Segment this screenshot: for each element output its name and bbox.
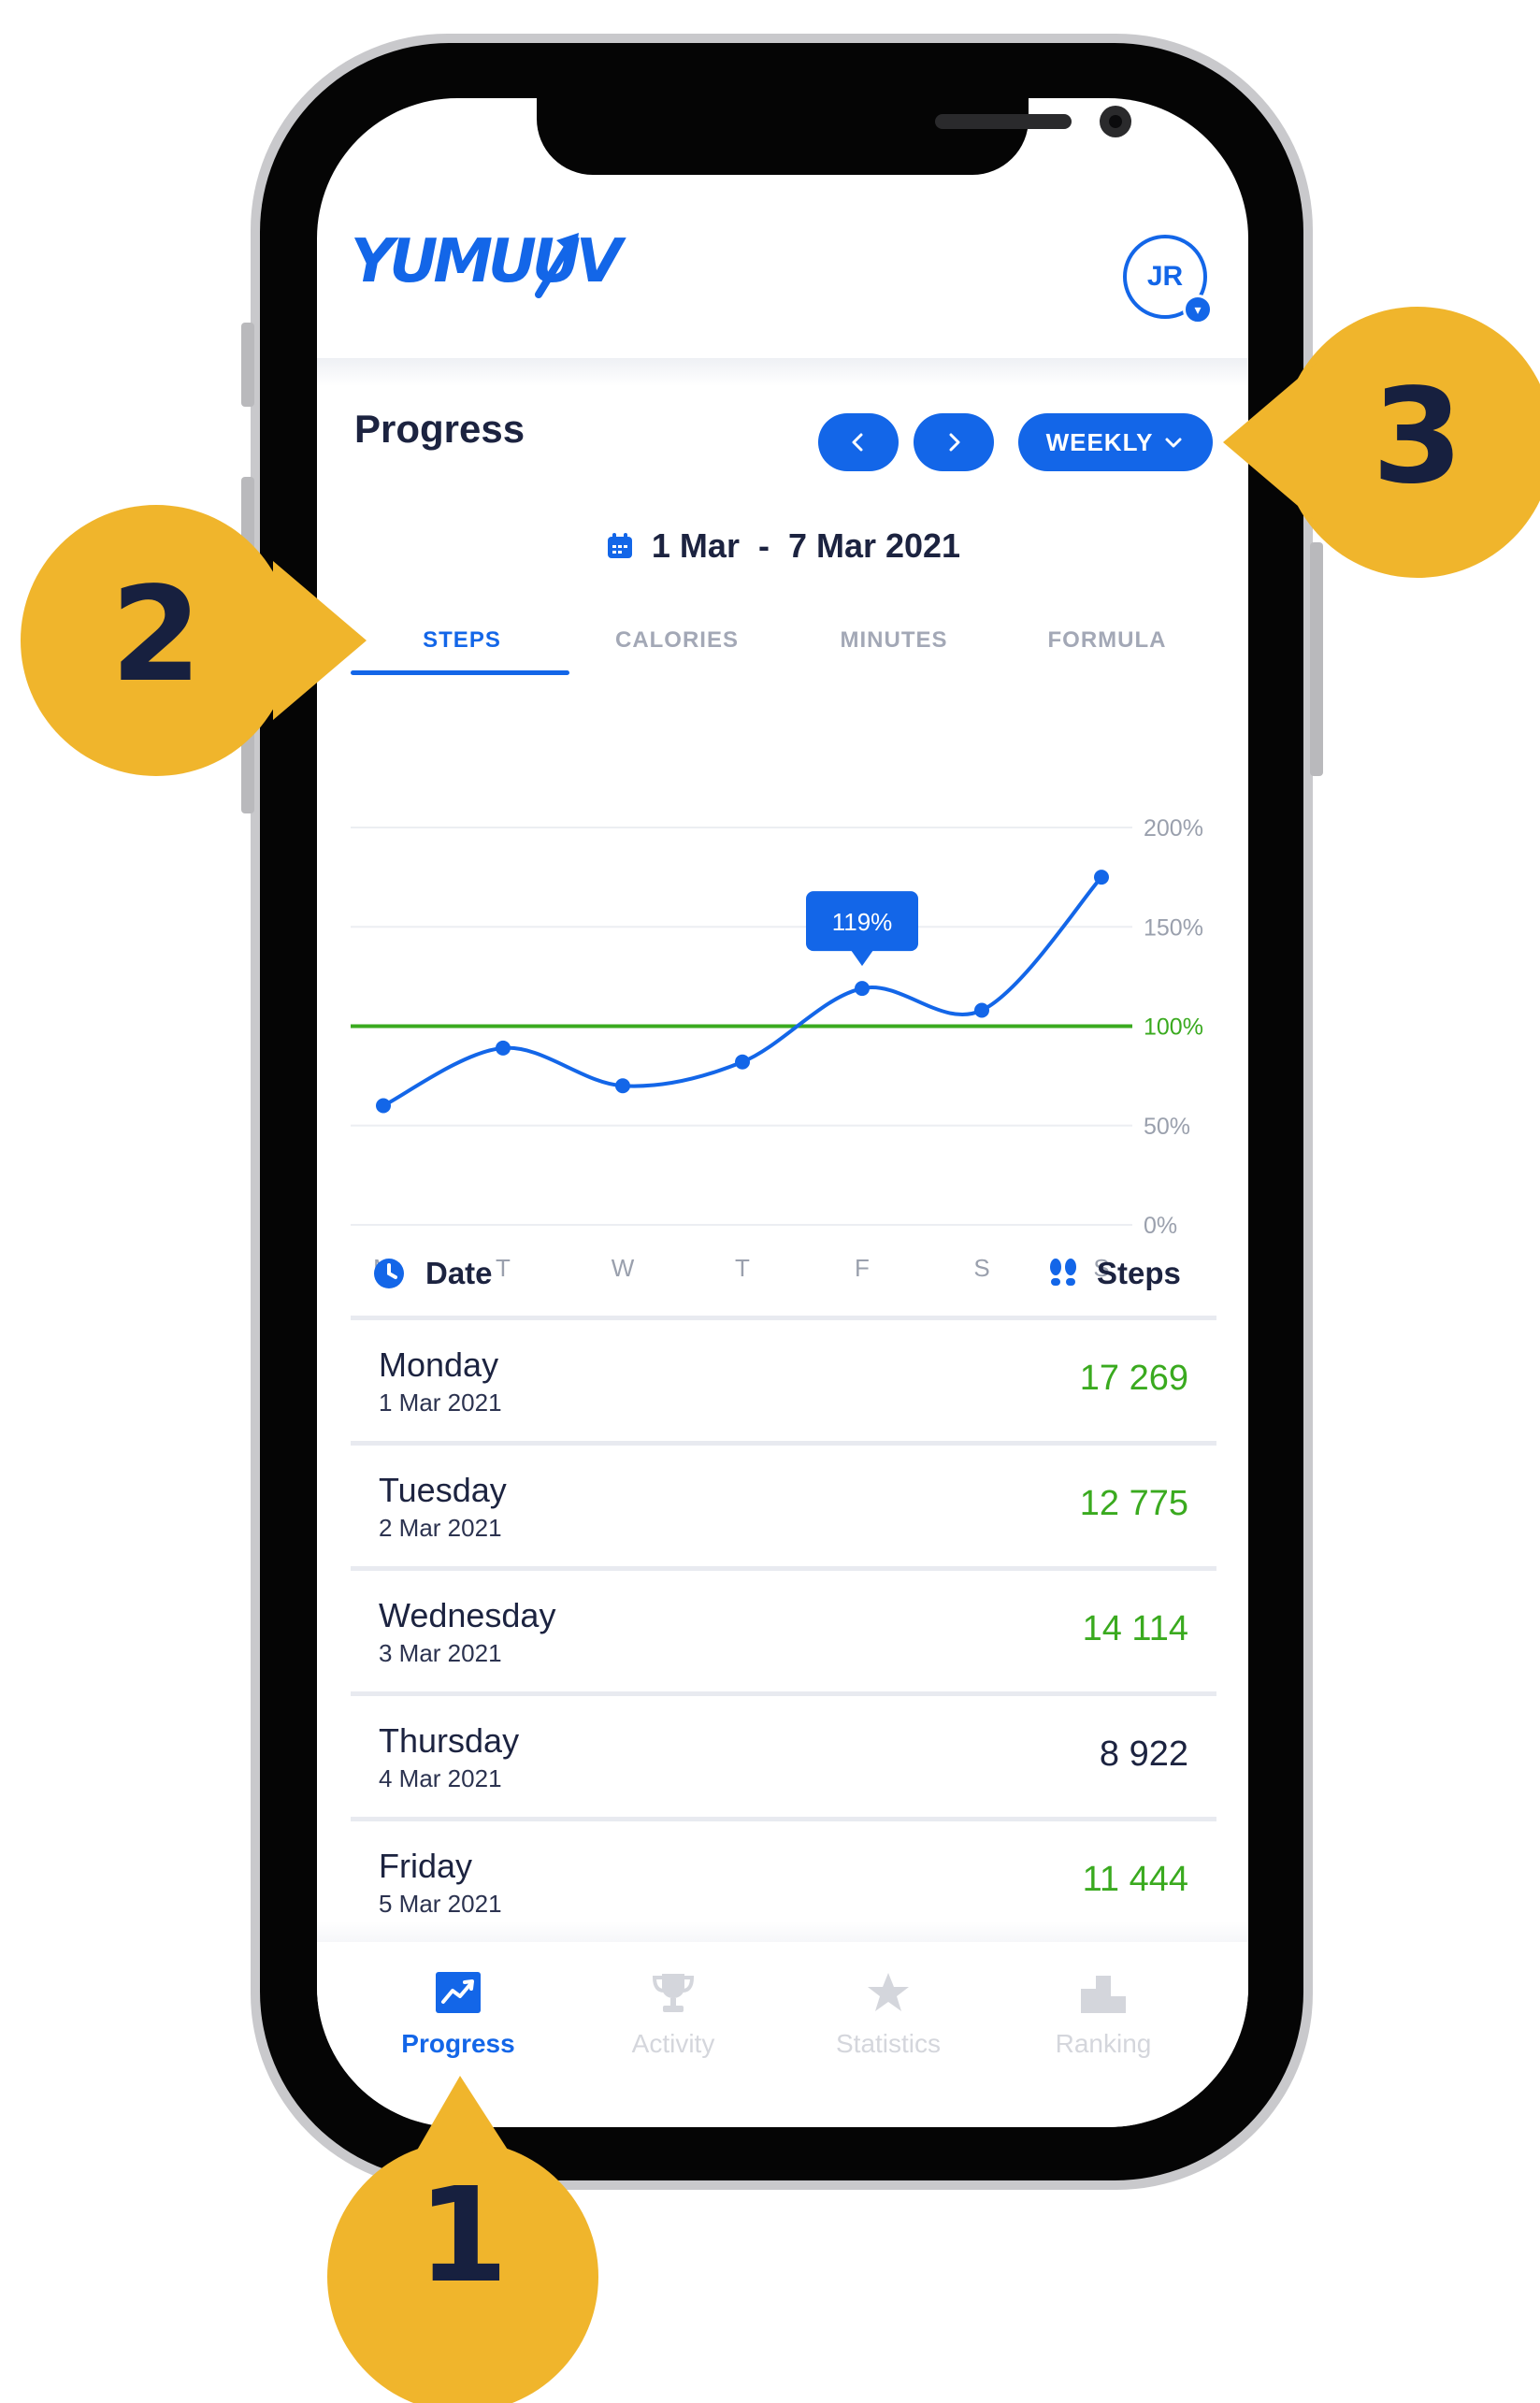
callout-number-1: 1 xyxy=(417,2160,509,2312)
row-steps: 17 269 xyxy=(1079,1359,1188,1398)
row-date: 3 Mar 2021 xyxy=(379,1639,502,1667)
podium-icon xyxy=(1081,1976,1126,2013)
y-tick-label: 50% xyxy=(1144,1114,1190,1140)
chart-icon xyxy=(436,1972,481,2013)
tab-minutes[interactable]: MINUTES xyxy=(786,627,1001,654)
x-tick-label: T xyxy=(735,1254,750,1282)
row-day: Tuesday xyxy=(379,1471,507,1509)
nav-label: Statistics xyxy=(835,2029,942,2058)
nav-label: Progress xyxy=(401,2029,515,2058)
chevron-down-icon xyxy=(1165,438,1182,448)
active-tab-indicator xyxy=(351,670,569,675)
x-tick-label: W xyxy=(612,1254,635,1282)
row-divider xyxy=(351,1441,1216,1446)
data-point xyxy=(1094,870,1109,885)
header-divider xyxy=(317,358,1248,386)
row-divider xyxy=(351,1566,1216,1571)
date-range-text: 1 Mar - 7 Mar 2021 xyxy=(651,526,961,565)
row-steps: 14 114 xyxy=(1082,1609,1188,1648)
y-tick-label: 0% xyxy=(1144,1213,1177,1239)
nav-progress[interactable]: Progress xyxy=(351,1970,566,2059)
x-tick-label: F xyxy=(855,1254,870,1282)
tab-calories[interactable]: CALORIES xyxy=(569,627,784,654)
nav-label: Activity xyxy=(631,2029,715,2058)
phone-side-button xyxy=(241,323,254,407)
data-point xyxy=(376,1098,391,1114)
date-header-label: Date xyxy=(425,1256,493,1290)
tab-steps[interactable]: STEPS xyxy=(354,627,569,654)
nav-statistics[interactable]: Statistics xyxy=(781,1970,996,2059)
footprints-icon xyxy=(1050,1259,1076,1286)
data-point xyxy=(735,1054,750,1070)
data-point xyxy=(855,981,870,997)
callout-number-2: 2 xyxy=(110,559,202,712)
period-label: WEEKLY xyxy=(1045,427,1154,456)
chevron-right-icon xyxy=(949,433,960,452)
app-screen: YUMUUV JR ▾ Progress WEEKLY 1 Mar - 7 Ma… xyxy=(317,98,1248,2127)
y-tick-label: 200% xyxy=(1144,815,1203,842)
date-range: 1 Mar - 7 Mar 2021 xyxy=(317,526,1248,566)
y-tick-label: 100% xyxy=(1144,1014,1203,1041)
date-column-header: Date xyxy=(373,1256,493,1291)
page-title: Progress xyxy=(354,407,525,451)
row-day: Friday xyxy=(379,1847,473,1885)
data-point xyxy=(974,1002,989,1018)
data-point xyxy=(496,1040,511,1056)
row-date: 1 Mar 2021 xyxy=(379,1389,502,1417)
row-steps: 8 922 xyxy=(1099,1734,1188,1774)
list-item[interactable]: Monday 1 Mar 2021 17 269 xyxy=(351,1321,1216,1441)
row-divider xyxy=(351,1691,1216,1696)
row-day: Monday xyxy=(379,1345,499,1384)
y-tick-label: 150% xyxy=(1144,914,1203,941)
speaker-grille xyxy=(935,114,1072,129)
row-day: Wednesday xyxy=(379,1596,556,1634)
row-steps: 11 444 xyxy=(1082,1860,1188,1899)
x-tick-label: S xyxy=(973,1254,989,1282)
row-date: 4 Mar 2021 xyxy=(379,1764,502,1792)
nav-ranking[interactable]: Ranking xyxy=(996,1970,1211,2059)
steps-column-header: Steps xyxy=(1048,1256,1181,1291)
list-item[interactable]: Tuesday 2 Mar 2021 12 775 xyxy=(351,1446,1216,1566)
chevron-left-icon xyxy=(852,433,863,452)
list-item[interactable]: Wednesday 3 Mar 2021 14 114 xyxy=(351,1572,1216,1691)
period-dropdown[interactable]: WEEKLY xyxy=(1018,413,1213,471)
tooltip-pointer xyxy=(851,950,873,967)
progress-chart: 200%150%100%50%0%MTWTFSS119% xyxy=(351,815,1203,1282)
row-date: 5 Mar 2021 xyxy=(379,1890,502,1918)
steps-header-label: Steps xyxy=(1097,1256,1181,1290)
callout-number-3: 3 xyxy=(1372,361,1463,513)
steps-line xyxy=(382,875,1103,1108)
list-item[interactable]: Thursday 4 Mar 2021 8 922 xyxy=(351,1697,1216,1817)
logo-arrow-icon xyxy=(535,233,579,298)
tab-formula[interactable]: FORMULA xyxy=(1000,627,1215,654)
data-point xyxy=(615,1078,630,1094)
trophy-icon xyxy=(652,1974,695,2012)
row-divider xyxy=(351,1316,1216,1320)
previous-period-button[interactable] xyxy=(818,413,899,471)
row-date: 2 Mar 2021 xyxy=(379,1514,502,1542)
row-divider xyxy=(351,1817,1216,1821)
chevron-down-icon[interactable]: ▾ xyxy=(1183,295,1213,324)
calendar-icon xyxy=(607,533,632,558)
star-icon xyxy=(868,1973,909,2011)
row-steps: 12 775 xyxy=(1079,1484,1188,1523)
tooltip-label: 119% xyxy=(832,908,893,936)
clock-icon xyxy=(374,1259,404,1288)
nav-activity[interactable]: Activity xyxy=(566,1970,781,2059)
front-camera xyxy=(1100,106,1131,137)
avatar-initials: JR xyxy=(1146,261,1184,292)
next-period-button[interactable] xyxy=(914,413,994,471)
row-day: Thursday xyxy=(379,1721,520,1760)
nav-label: Ranking xyxy=(1055,2029,1152,2058)
phone-notch xyxy=(537,98,1131,175)
x-tick-label: T xyxy=(496,1254,511,1282)
